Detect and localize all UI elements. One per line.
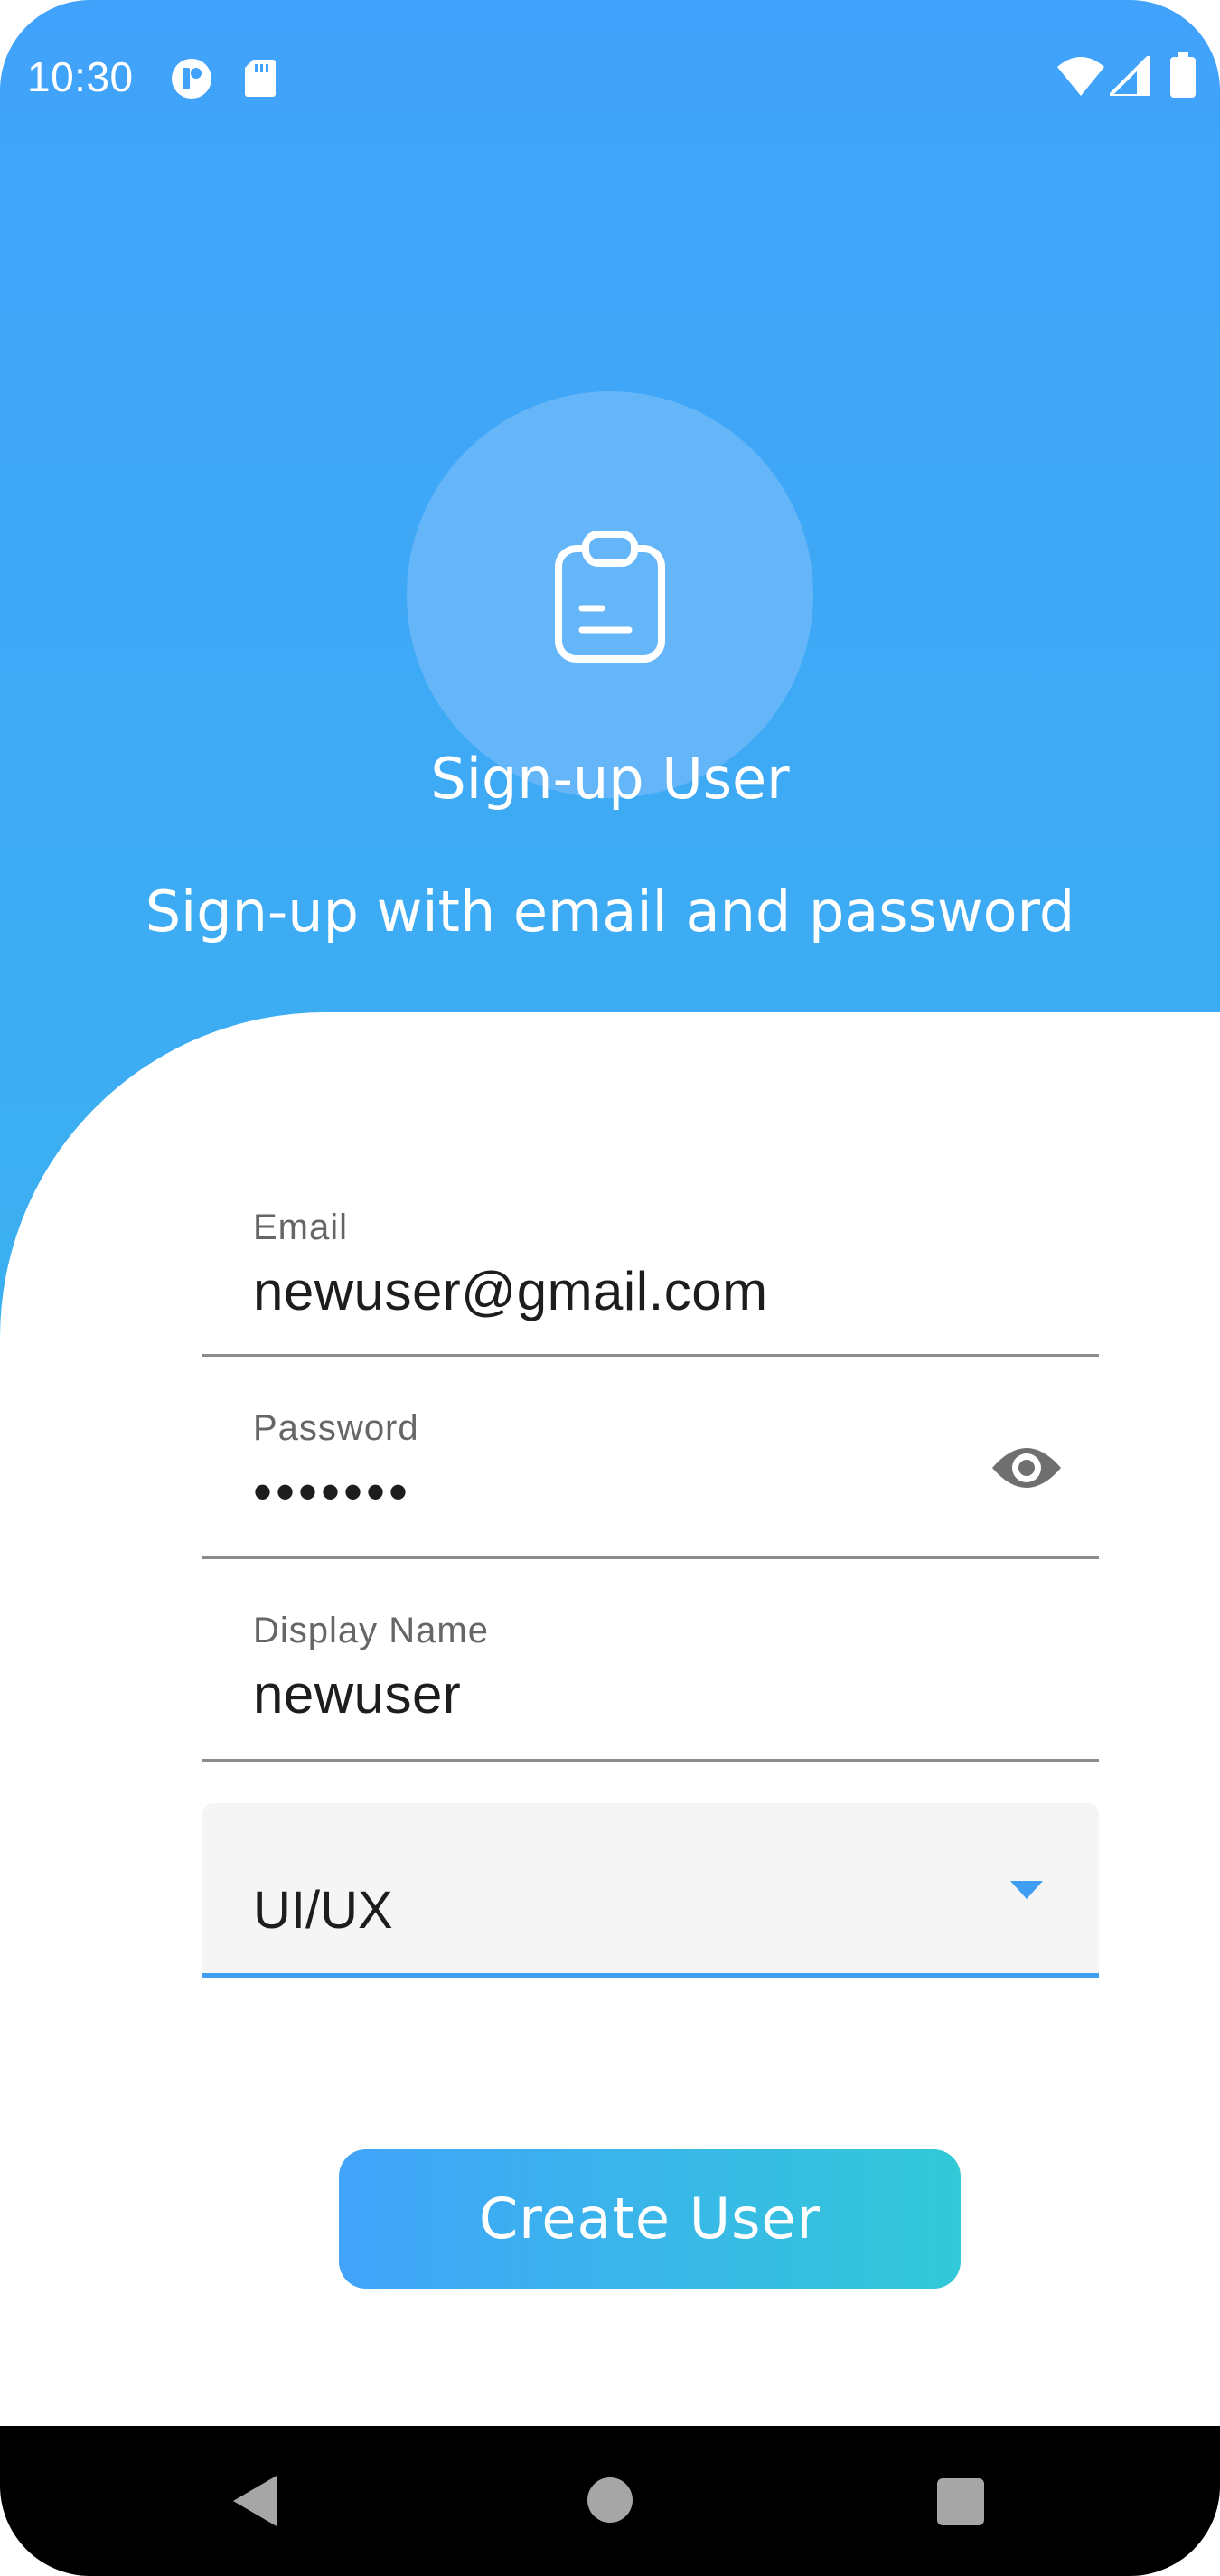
role-dropdown[interactable]: UI/UX	[202, 1803, 1099, 1978]
status-time: 10:30	[27, 53, 134, 100]
display-name-value[interactable]: newuser	[253, 1663, 461, 1725]
back-icon[interactable]	[233, 2476, 277, 2526]
display-name-field[interactable]: Display Name newuser	[202, 1580, 1099, 1762]
email-label: Email	[253, 1208, 349, 1247]
recents-icon[interactable]	[937, 2478, 984, 2525]
password-label: Password	[253, 1408, 419, 1448]
status-bar: 10:30	[0, 0, 1220, 154]
display-name-label: Display Name	[253, 1611, 489, 1650]
email-field[interactable]: Email newuser@gmail.com	[202, 1175, 1099, 1357]
role-selected-value: UI/UX	[253, 1881, 393, 1940]
create-user-button[interactable]: Create User	[339, 2149, 961, 2289]
email-value[interactable]: newuser@gmail.com	[253, 1260, 768, 1322]
dropdown-arrow-icon	[1010, 1881, 1043, 1899]
cellular-signal-icon	[1105, 52, 1151, 98]
wifi-icon	[1057, 56, 1104, 96]
password-field[interactable]: Password •••••••	[202, 1377, 1099, 1559]
app-notification-icon	[169, 56, 214, 101]
password-value[interactable]: •••••••	[253, 1461, 411, 1523]
page-subtitle: Sign-up with email and password	[145, 879, 1075, 945]
signup-screen: 10:30 Sign-up User Sign-up with email an…	[0, 0, 1220, 2576]
page-title: Sign-up User	[430, 746, 790, 812]
eye-icon[interactable]	[990, 1443, 1063, 1493]
clipboard-icon	[551, 529, 669, 664]
battery-icon	[1169, 52, 1197, 98]
home-icon[interactable]	[587, 2477, 633, 2523]
system-nav-bar	[0, 2426, 1220, 2576]
sd-card-icon	[244, 58, 277, 98]
